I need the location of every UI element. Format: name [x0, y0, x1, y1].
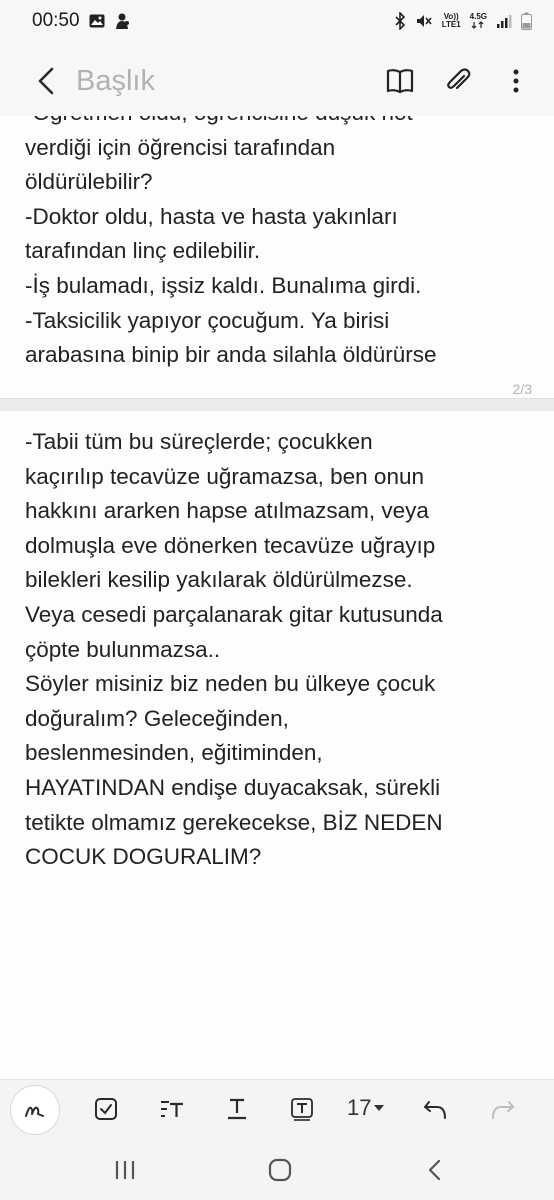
paragraph-style-button[interactable] [154, 1092, 190, 1126]
back-button[interactable] [26, 61, 66, 101]
book-icon [386, 69, 414, 94]
checkbox-icon [95, 1098, 117, 1120]
redo-icon [492, 1101, 514, 1119]
text-style-icon [161, 1101, 183, 1117]
title-input[interactable]: Başlık [76, 65, 356, 98]
attach-button[interactable] [440, 63, 476, 99]
font-size-value: 17 [347, 1095, 372, 1120]
status-bar: 00:50 Vo)) LTE1 4.5G [0, 0, 554, 42]
page-indicator: 2/3 [512, 381, 532, 397]
font-size-selector[interactable]: 17 [347, 1095, 385, 1121]
redo-button[interactable] [484, 1092, 520, 1126]
more-vertical-icon [513, 69, 519, 93]
mute-icon [415, 12, 433, 30]
app-bar: Başlık [0, 46, 554, 116]
reading-mode-button[interactable] [382, 63, 418, 99]
note-page-3[interactable]: -Tabii tüm bu süreçlerde; çocukken kaçır… [0, 411, 554, 1079]
status-right: Vo)) LTE1 4.5G [394, 12, 532, 30]
home-icon [268, 1158, 292, 1182]
undo-button[interactable] [418, 1092, 454, 1126]
status-left: 00:50 [32, 10, 130, 32]
pen-icon [25, 1106, 44, 1117]
signal-icon [496, 13, 512, 29]
paperclip-icon [447, 68, 471, 90]
page-divider [0, 398, 554, 412]
volte-label: Vo)) LTE1 [441, 12, 461, 29]
note-page-2[interactable]: -Öğretmen oldu, öğrencisine düşük not ve… [0, 116, 554, 398]
note-text-page-2[interactable]: -Öğretmen oldu, öğrencisine düşük not ve… [25, 116, 545, 373]
home-button[interactable] [260, 1154, 300, 1186]
text-box-button[interactable] [284, 1092, 320, 1126]
chevron-left-icon [428, 1159, 441, 1181]
status-time: 00:50 [32, 10, 80, 31]
battery-icon [521, 12, 532, 30]
text-box-icon [291, 1098, 313, 1121]
network-type-label: 4.5G [469, 12, 487, 21]
note-text-page-3[interactable]: -Tabii tüm bu süreçlerde; çocukken kaçır… [25, 425, 550, 875]
recent-apps-button[interactable] [105, 1154, 145, 1186]
pen-mode-button[interactable] [10, 1085, 60, 1135]
more-options-button[interactable] [498, 63, 534, 99]
chevron-down-icon [374, 1105, 385, 1111]
gallery-notification-icon [89, 14, 105, 28]
app-notification-icon [114, 12, 130, 30]
undo-icon [424, 1101, 446, 1119]
network-type-icon: 4.5G [470, 13, 487, 29]
recent-apps-icon [115, 1161, 135, 1179]
system-navigation-bar [0, 1138, 554, 1200]
app-bar-actions [382, 63, 534, 99]
editor-toolbar: 17 [0, 1079, 554, 1138]
text-underline-icon [228, 1098, 246, 1120]
checkbox-button[interactable] [88, 1092, 124, 1126]
back-arrow-icon [38, 67, 54, 95]
text-format-button[interactable] [219, 1092, 255, 1126]
system-back-button[interactable] [415, 1154, 455, 1186]
bluetooth-icon [394, 12, 406, 30]
